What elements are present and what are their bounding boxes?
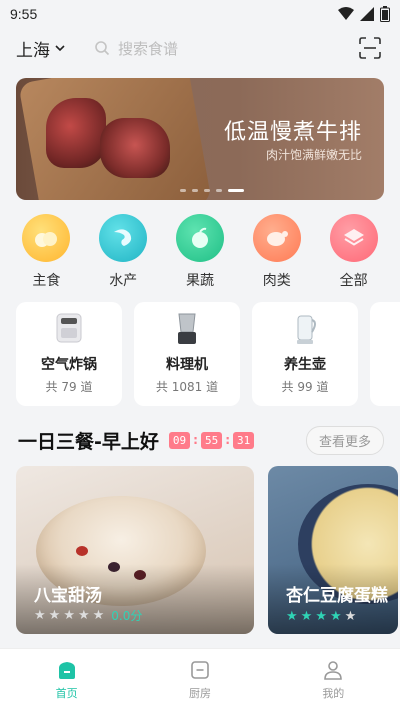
- star-icon: ★: [329, 609, 342, 624]
- category-staple[interactable]: 主食: [14, 214, 78, 290]
- signal-icon: [360, 7, 374, 21]
- timer-hours: 09: [168, 431, 191, 449]
- battery-icon: [380, 6, 390, 22]
- status-time: 9:55: [10, 6, 38, 22]
- steak-image: [46, 98, 106, 168]
- device-card-partial[interactable]: [370, 302, 400, 406]
- chicken-icon: [252, 214, 301, 262]
- promo-banner[interactable]: 低温慢煮牛排 肉汁饱满鲜嫩无比: [16, 78, 384, 200]
- tab-label: 首页: [55, 687, 78, 700]
- shrimp-icon: [99, 214, 148, 262]
- user-icon: [324, 661, 343, 680]
- staple-icon: [22, 214, 71, 262]
- category-label: 水产: [109, 273, 138, 289]
- category-label: 肉类: [262, 273, 291, 289]
- star-icon: ★: [300, 609, 313, 624]
- view-more-button[interactable]: 查看更多: [305, 425, 384, 455]
- status-bar: 9:55: [0, 0, 400, 28]
- star-icon: ★: [344, 609, 357, 624]
- star-icon: ★: [34, 608, 46, 623]
- banner-dot[interactable]: [216, 189, 222, 192]
- fruit-icon: [175, 214, 224, 262]
- star-icon: ★: [77, 608, 90, 623]
- timer-separator: :: [193, 433, 198, 447]
- star-icon: ★: [92, 608, 105, 623]
- recipe-name: 杏仁豆腐蛋糕: [286, 586, 388, 606]
- steak-slice-image: [100, 118, 170, 178]
- kitchen-icon: [191, 661, 209, 679]
- device-card-blender[interactable]: 料理机 共 1081 道: [134, 302, 240, 406]
- device-count: 共 99 道: [281, 380, 329, 394]
- banner-dot[interactable]: [204, 189, 210, 192]
- star-icon: ★: [315, 609, 327, 624]
- tab-kitchen[interactable]: 厨房: [133, 649, 266, 711]
- device-card-kettle[interactable]: 养生壶 共 99 道: [252, 302, 358, 406]
- recipe-name: 八宝甜汤: [34, 586, 102, 606]
- star-icon: ★: [48, 608, 61, 623]
- category-seafood[interactable]: 水产: [91, 214, 155, 290]
- device-card-air-fryer[interactable]: 空气炸锅 共 79 道: [16, 302, 122, 406]
- city-selector[interactable]: 上海: [16, 36, 82, 61]
- star-icon: ★: [286, 609, 298, 624]
- scan-button[interactable]: [356, 34, 384, 62]
- banner-dot[interactable]: [192, 189, 198, 192]
- recipe-rating: ★ ★ ★ ★ ★: [286, 609, 356, 624]
- banner-title: 低温慢煮牛排: [223, 120, 362, 145]
- tab-label: 我的: [322, 687, 345, 700]
- kettle-icon: [285, 312, 325, 346]
- device-count: 共 79 道: [45, 380, 93, 394]
- search-icon: [95, 41, 110, 56]
- wifi-icon: [338, 7, 354, 20]
- timer-separator: :: [225, 433, 231, 447]
- blender-icon: [167, 312, 207, 346]
- category-label: 主食: [32, 273, 61, 289]
- search-placeholder: 搜索食谱: [118, 39, 179, 58]
- banner-subtitle: 肉汁饱满鲜嫩无比: [265, 148, 362, 162]
- category-label: 全部: [339, 273, 368, 289]
- recipe-list: 八宝甜汤 ★ ★ ★ ★ ★ 0.0分 杏仁豆腐蛋糕 ★ ★ ★ ★ ★: [16, 466, 400, 634]
- tab-label: 厨房: [188, 687, 211, 700]
- timer-minutes: 55: [200, 431, 223, 449]
- device-list: 空气炸锅 共 79 道 料理机 共 1081 道 养生壶 共 99 道: [16, 302, 400, 406]
- device-name: 空气炸锅: [41, 357, 97, 373]
- city-label: 上海: [16, 40, 50, 61]
- rating-text: 0.0分: [111, 609, 143, 623]
- star-icon: ★: [63, 608, 75, 623]
- banner-pagination: [180, 189, 244, 192]
- scan-icon: [359, 37, 381, 59]
- category-row: 主食 水产 果蔬 肉类 全部: [0, 214, 400, 290]
- meal-section-header: 一日三餐-早上好 09 : 55 : 31 查看更多: [18, 424, 384, 456]
- category-fruit-veg[interactable]: 果蔬: [168, 214, 232, 290]
- tab-home[interactable]: 首页: [0, 649, 133, 711]
- bottom-tab-bar: 首页 厨房 我的: [0, 648, 400, 711]
- recipe-card[interactable]: 杏仁豆腐蛋糕 ★ ★ ★ ★ ★: [268, 466, 398, 634]
- air-fryer-icon: [49, 312, 89, 346]
- device-count: 共 1081 道: [155, 380, 219, 394]
- status-icons: [338, 6, 390, 22]
- home-icon: [58, 662, 75, 679]
- recipe-card[interactable]: 八宝甜汤 ★ ★ ★ ★ ★ 0.0分: [16, 466, 254, 634]
- category-meat[interactable]: 肉类: [245, 214, 309, 290]
- berry-image: [76, 546, 88, 556]
- category-all[interactable]: 全部: [322, 214, 386, 290]
- top-bar: 上海 搜索食谱: [0, 28, 400, 68]
- search-input[interactable]: 搜索食谱: [82, 38, 356, 59]
- timer-seconds: 31: [233, 431, 255, 449]
- layers-icon: [329, 214, 378, 262]
- recipe-rating: ★ ★ ★ ★ ★ 0.0分: [34, 607, 142, 624]
- banner-dot[interactable]: [180, 189, 186, 192]
- device-name: 料理机: [166, 357, 208, 373]
- chevron-down-icon: [55, 45, 65, 52]
- countdown-timer: 09 : 55 : 31: [168, 431, 255, 449]
- tab-profile[interactable]: 我的: [267, 649, 400, 711]
- section-title: 一日三餐-早上好: [18, 430, 159, 453]
- banner-dot-active[interactable]: [228, 189, 244, 192]
- category-label: 果蔬: [185, 273, 214, 289]
- device-name: 养生壶: [284, 357, 326, 373]
